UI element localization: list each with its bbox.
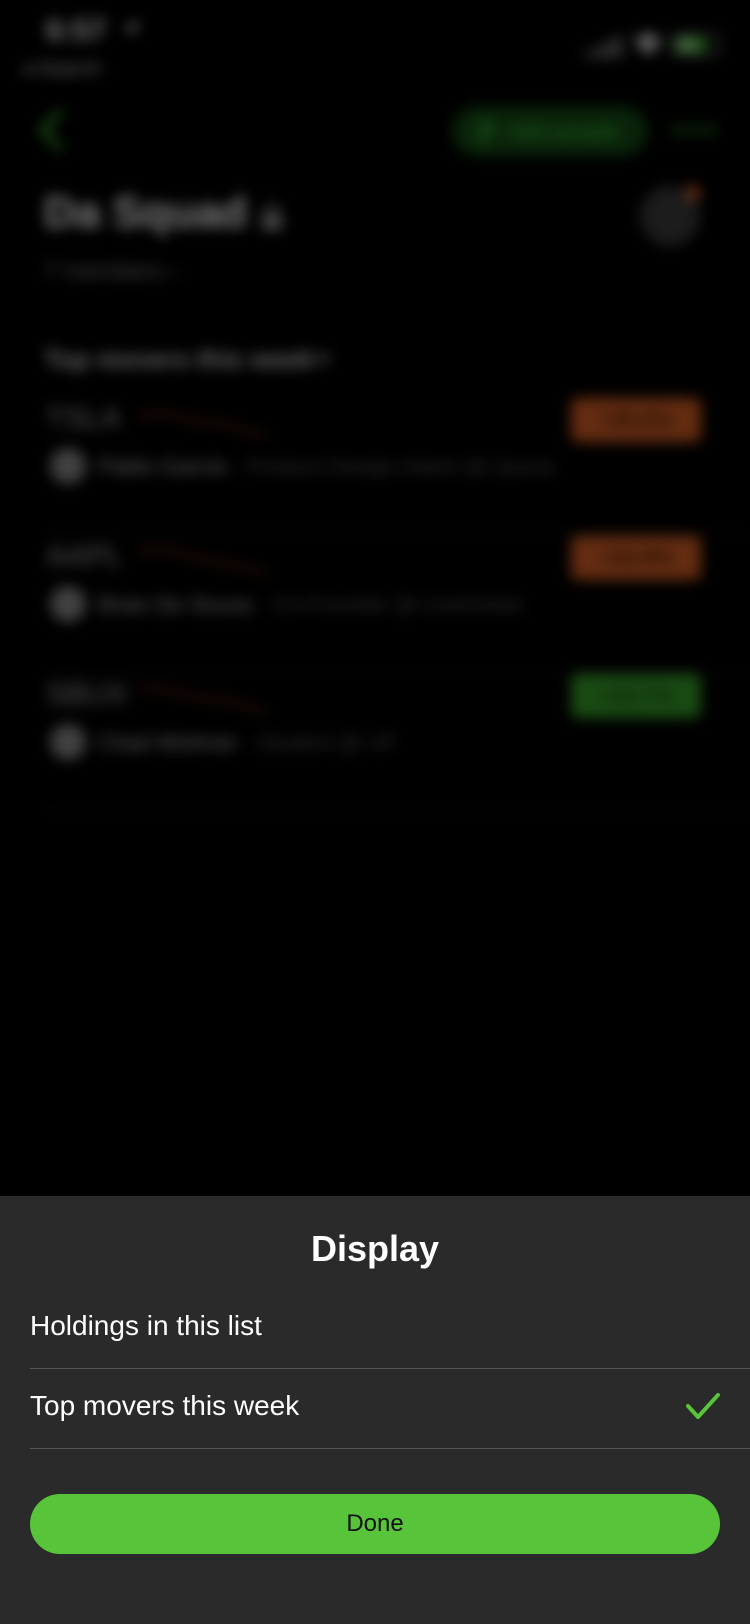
display-sheet: Display Holdings in this list Top movers…: [0, 1196, 750, 1624]
mover-role: Product Design Intern @ Quora: [245, 454, 555, 479]
notification-dot: [686, 186, 700, 200]
group-title: Da Squad: [44, 188, 247, 237]
status-bar: 6:57 ◂ Search 36: [0, 0, 750, 90]
back-chevron-icon[interactable]: [36, 108, 66, 152]
sparkline-chart: [137, 547, 269, 576]
wifi-icon: [634, 34, 662, 56]
battery-percent: 36: [678, 36, 694, 52]
change-badge: +34.9%: [571, 536, 701, 580]
option-label: Top movers this week: [30, 1390, 300, 1421]
mover-ticker: SBUX: [46, 678, 128, 711]
mover-role: Co-Founder @ LiveGreen: [271, 592, 526, 617]
section-title[interactable]: Top movers this week: [44, 344, 314, 375]
add-people-button[interactable]: Add people: [452, 106, 648, 156]
battery-icon: 36: [672, 34, 720, 56]
sheet-title: Display: [310, 1228, 440, 1269]
lock-icon: [262, 203, 282, 230]
separator: ·: [243, 730, 257, 755]
option-label: Holdings in this list: [30, 1310, 262, 1341]
background-screen: 6:57 ◂ Search 36 Add people Da Squad 7 m…: [0, 0, 750, 1196]
cellular-signal-icon: [585, 36, 621, 58]
avatar: [50, 724, 86, 760]
mover-meta: Chad Wishner · Student @ UF: [98, 730, 397, 756]
status-time: 6:57: [46, 14, 107, 47]
option-top-movers[interactable]: Top movers this week: [30, 1368, 750, 1449]
mover-name: Brian De Souza: [98, 592, 253, 617]
mover-ticker: AAPL: [46, 540, 123, 573]
checkmark-icon: [686, 1393, 720, 1419]
separator: ·: [258, 592, 272, 617]
sparkline-chart: [137, 686, 269, 714]
back-to-search-link[interactable]: ◂ Search: [22, 56, 101, 81]
mover-ticker: TSLA: [46, 402, 122, 435]
avatar: [50, 586, 86, 622]
mover-row[interactable]: AAPL +34.9% Brian De Souza · Co-Founder …: [44, 534, 750, 673]
mover-name: Pablo García: [98, 454, 227, 479]
mover-row[interactable]: SBUX +23.7% Chad Wishner · Student @ UF: [44, 672, 750, 811]
add-person-icon: [476, 122, 498, 141]
separator: ·: [232, 454, 246, 479]
ellipsis-icon[interactable]: [672, 124, 716, 136]
mover-role: Student @ UF: [256, 730, 397, 755]
members-link[interactable]: 7 members ›: [44, 258, 179, 286]
mover-name: Chad Wishner: [98, 730, 238, 755]
add-people-label: Add people: [508, 119, 620, 144]
option-holdings[interactable]: Holdings in this list: [30, 1288, 750, 1369]
done-button[interactable]: Done: [30, 1494, 720, 1554]
sparkline-chart: [137, 409, 269, 438]
location-arrow-icon: [123, 21, 139, 37]
mover-meta: Pablo García · Product Design Intern @ Q…: [98, 454, 554, 480]
change-badge: +23.7%: [571, 674, 701, 718]
avatar: [50, 448, 86, 484]
chevron-down-icon[interactable]: [314, 352, 332, 364]
change-badge: +45.6%: [571, 398, 701, 442]
mover-meta: Brian De Souza · Co-Founder @ LiveGreen: [98, 592, 525, 618]
mover-row[interactable]: TSLA +45.6% Pablo García · Product Desig…: [44, 396, 750, 535]
